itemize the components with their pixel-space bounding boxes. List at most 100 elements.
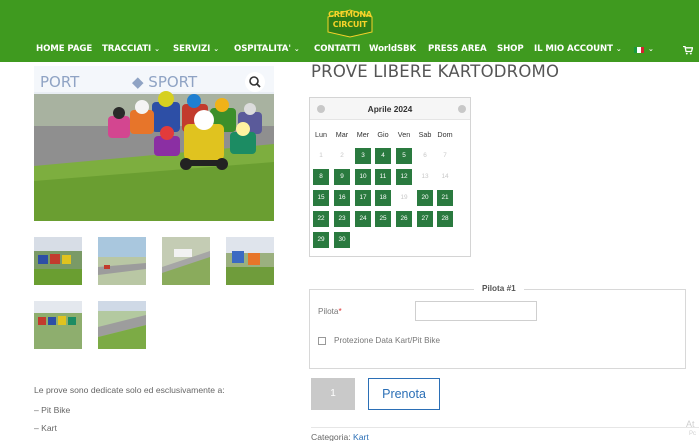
- chevron-down-icon: ⌄: [615, 45, 622, 53]
- kart-race-photo: PORT ◆ SPORT: [34, 66, 274, 221]
- calendar-day-available[interactable]: 22: [313, 211, 329, 227]
- italian-flag-icon[interactable]: [634, 47, 644, 53]
- product-category: Categoria: Kart: [311, 432, 369, 441]
- calendar-day-available[interactable]: 15: [313, 190, 329, 206]
- category-label: Categoria:: [311, 432, 351, 441]
- calendar-day-available[interactable]: 24: [355, 211, 371, 227]
- calendar-day-available[interactable]: 23: [334, 211, 350, 227]
- nav-shop[interactable]: SHOP: [497, 44, 524, 58]
- nav-press-area[interactable]: PRESS AREA: [428, 44, 487, 58]
- calendar-day-unavailable: 13: [421, 173, 429, 180]
- zoom-button[interactable]: [245, 72, 265, 92]
- calendar-day-unavailable: 6: [423, 152, 427, 159]
- gallery-thumbnail[interactable]: [226, 237, 274, 285]
- calendar-day-unavailable: 2: [340, 152, 344, 159]
- thumbnail-image: [98, 237, 146, 285]
- calendar-month: Aprile 2024: [367, 104, 413, 114]
- calendar-day-available[interactable]: 11: [375, 169, 391, 185]
- pilot-name-input[interactable]: [415, 301, 537, 321]
- svg-text:◆ SPORT: ◆ SPORT: [132, 73, 198, 91]
- nav-label: HOME PAGE: [36, 44, 93, 54]
- calendar-day-available[interactable]: 10: [355, 169, 371, 185]
- logo-wordmark: CREMONA CIRCUIT: [328, 10, 372, 29]
- calendar-day-available[interactable]: 20: [417, 190, 433, 206]
- thumbnail-image: [98, 301, 146, 349]
- truncated-edge-text: At: [686, 419, 695, 429]
- calendar-day-available[interactable]: 9: [334, 169, 350, 185]
- nav-contatti[interactable]: CONTATTI: [314, 44, 360, 58]
- description-item: – Pit Bike: [34, 405, 71, 415]
- nav-label: SERVIZI: [173, 44, 211, 54]
- nav-label: CONTATTI: [314, 44, 361, 54]
- calendar-header: Aprile 2024: [310, 98, 470, 120]
- calendar-day-available[interactable]: 26: [396, 211, 412, 227]
- quantity-field[interactable]: 1: [311, 378, 355, 410]
- nav-worldsbk[interactable]: WorldSBK: [369, 44, 416, 58]
- weekday-label: Gio: [377, 130, 389, 139]
- calendar-day-available[interactable]: 12: [396, 169, 412, 185]
- thumbnail-image: [34, 237, 82, 285]
- nav-servizi[interactable]: SERVIZI ⌄: [173, 44, 219, 58]
- weekday-label: Ven: [397, 130, 411, 139]
- nav-il-mio-account[interactable]: IL MIO ACCOUNT ⌄: [534, 44, 622, 58]
- weekday-label: Sab: [418, 130, 432, 139]
- prenota-button[interactable]: Prenota: [368, 378, 440, 410]
- site-header: CREMONA CIRCUIT HOME PAGE TRACCIATI ⌄ SER…: [0, 0, 699, 62]
- calendar-day-unavailable: 7: [443, 152, 447, 159]
- calendar-day-unavailable: 14: [441, 173, 449, 180]
- calendar-day-available[interactable]: 29: [313, 232, 329, 248]
- weekday-label: Mer: [356, 130, 370, 139]
- nav-label: WorldSBK: [369, 44, 417, 54]
- nav-ospitalita[interactable]: OSPITALITA' ⌄: [234, 44, 300, 58]
- nav-tracciati[interactable]: TRACCIATI ⌄: [102, 44, 160, 58]
- gallery-thumbnail[interactable]: [98, 237, 146, 285]
- nav-home-page[interactable]: HOME PAGE: [36, 44, 92, 58]
- next-month-button[interactable]: [458, 105, 466, 113]
- weekday-label: Lun: [315, 130, 327, 139]
- pilot-label-text: Pilota: [318, 307, 339, 316]
- thumbnail-image: [162, 237, 210, 285]
- booking-calendar: Aprile 2024 Lun Mar Mer Gio Ven Sab Dom 1 2 3 4 5 6 7…: [309, 97, 471, 257]
- calendar-day-available[interactable]: 27: [417, 211, 433, 227]
- calendar-day-available[interactable]: 17: [355, 190, 371, 206]
- calendar-day-available[interactable]: 16: [334, 190, 350, 206]
- nav-label: IL MIO ACCOUNT: [534, 44, 613, 54]
- section-divider: [311, 427, 699, 428]
- product-main-image[interactable]: PORT ◆ SPORT: [34, 66, 274, 221]
- calendar-day-available[interactable]: 28: [437, 211, 453, 227]
- calendar-day-available[interactable]: 30: [334, 232, 350, 248]
- chevron-down-icon: ⌄: [213, 45, 220, 53]
- calendar-day-unavailable: 19: [400, 194, 408, 201]
- category-link-kart[interactable]: Kart: [353, 432, 369, 441]
- calendar-day-available[interactable]: 4: [375, 148, 391, 164]
- nav-label: TRACCIATI: [102, 44, 152, 54]
- calendar-day-available[interactable]: 3: [355, 148, 371, 164]
- gallery-thumbnail[interactable]: [34, 301, 82, 349]
- calendar-day-available[interactable]: 18: [375, 190, 391, 206]
- nav-label: OSPITALITA': [234, 44, 291, 54]
- gallery-thumbnail[interactable]: [162, 237, 210, 285]
- language-chevron-down-icon[interactable]: ⌄: [648, 44, 654, 58]
- nav-label: PRESS AREA: [428, 44, 487, 54]
- main-nav: HOME PAGE TRACCIATI ⌄ SERVIZI ⌄ OSPITALITA…: [0, 44, 699, 58]
- nav-label: SHOP: [497, 44, 524, 54]
- calendar-day-available[interactable]: 8: [313, 169, 329, 185]
- pilot-field-label: Pilota*: [318, 307, 342, 316]
- thumbnail-image: [226, 237, 274, 285]
- cart-icon[interactable]: [683, 46, 693, 55]
- product-description-intro: Le prove sono dedicate solo ed esclusiva…: [34, 385, 225, 395]
- chevron-down-icon: ⌄: [154, 45, 160, 53]
- gallery-thumbnail[interactable]: [98, 301, 146, 349]
- protection-checkbox-label: Protezione Data Kart/Pit Bike: [334, 336, 441, 345]
- calendar-day-unavailable: 1: [319, 152, 323, 159]
- weekday-label: Mar: [335, 130, 349, 139]
- calendar-day-available[interactable]: 21: [437, 190, 453, 206]
- calendar-day-available[interactable]: 25: [375, 211, 391, 227]
- pilot-legend: Pilota #1: [474, 284, 524, 293]
- calendar-day-available[interactable]: 5: [396, 148, 412, 164]
- gallery-thumbnail[interactable]: [34, 237, 82, 285]
- protection-checkbox[interactable]: [318, 337, 326, 345]
- description-item: – Kart: [34, 423, 57, 433]
- required-mark: *: [338, 307, 342, 316]
- product-title: PROVE LIBERE KARTODROMO: [311, 62, 560, 81]
